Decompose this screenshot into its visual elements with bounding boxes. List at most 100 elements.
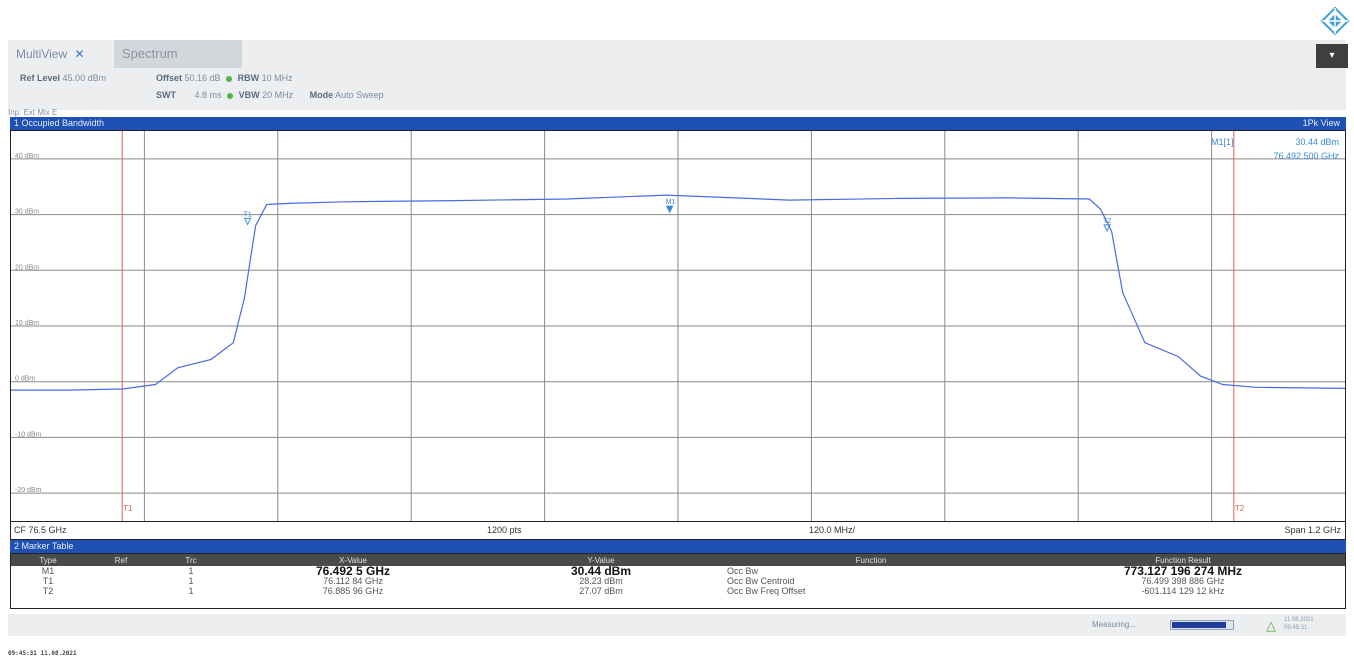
marker-table-header-5: Function <box>721 554 1021 566</box>
y-tick-label: -20 dBm <box>15 487 42 494</box>
marker-table-body: M1 1 76.492 5 GHz 30.44 dBm Occ Bw 773.127 19… <box>11 566 1345 596</box>
table-cell-type: T2 <box>42 586 54 596</box>
table-cell-x: 76.112 84 GHz <box>323 576 383 586</box>
table-cell-y: 27.07 dBm <box>579 586 623 596</box>
marker-table-title: 2 Marker Table <box>14 541 74 551</box>
sweep-points: 1200 pts <box>487 525 522 535</box>
rohde-schwarz-logo-icon <box>1320 6 1350 36</box>
table-cell-trc: 1 <box>188 566 194 576</box>
measuring-progress-bar <box>1170 620 1234 630</box>
y-tick-label: 10 dBm <box>15 320 39 327</box>
tab-bar: MultiView ✕ Spectrum <box>8 40 1346 68</box>
marker-t2[interactable] <box>1103 224 1111 233</box>
marker-table-header-3: X-Value <box>225 554 481 566</box>
trace-view-label: 1Pk View <box>1302 118 1340 128</box>
offset-value: 50.16 dB <box>184 73 221 83</box>
collapse-button[interactable]: ▾ <box>1316 44 1348 68</box>
marker-table-header-1: Ref <box>85 554 157 566</box>
status-line-1: 11.08.2021 <box>1284 617 1314 623</box>
table-cell-function: Occ Bw Freq Offset <box>727 586 806 596</box>
warning-triangle-icon[interactable]: △ <box>1266 618 1276 634</box>
panel-marker-table-title: 2 Marker Table <box>10 540 1346 553</box>
table-cell-y: 28.23 dBm <box>579 576 623 586</box>
y-tick-label: -10 dBm <box>15 431 42 438</box>
y-tick-label: 30 dBm <box>15 209 39 216</box>
mode-value: Auto Sweep <box>335 90 384 100</box>
span: Span 1.2 GHz <box>1284 525 1341 535</box>
timestamp: 09:45:31 11.08.2021 <box>8 650 77 657</box>
marker-table-header-4: Y-Value <box>481 554 721 566</box>
marker-readout-level: 30.44 dBm <box>1295 137 1339 147</box>
marker-table-header: Type Ref Trc X-Value Y-Value Function Function… <box>11 554 1345 566</box>
table-row[interactable]: T1 1 76.112 84 GHz 28.23 dBm Occ Bw Centroid… <box>11 576 1345 586</box>
vbw-label: VBW <box>238 90 260 100</box>
table-cell-y: 30.44 dBm <box>570 566 632 576</box>
marker-readout-freq: 76.492 500 GHz <box>1273 151 1339 161</box>
marker-label: T2 <box>1103 218 1111 225</box>
marker-table-header-2: Trc <box>157 554 225 566</box>
close-x-icon[interactable]: ✕ <box>74 47 84 61</box>
table-cell-ref <box>85 576 157 586</box>
table-row[interactable]: M1 1 76.492 5 GHz 30.44 dBm Occ Bw 773.127 19… <box>11 566 1345 576</box>
mode-label: Mode <box>309 90 334 100</box>
ref-level-label: Ref Level <box>20 73 61 83</box>
table-cell-trc: 1 <box>188 576 194 586</box>
chart-grid <box>11 131 1345 521</box>
input-label: Inp: Ext Mix E <box>8 108 58 117</box>
vbw-coupled-dot <box>227 92 234 99</box>
bandwidth-limit-label: T1 <box>123 504 133 513</box>
swt-label: SWT <box>156 90 176 100</box>
table-cell-result: 773.127 196 274 MHz <box>1123 566 1243 576</box>
ref-level-value: 45.00 dBm <box>62 73 107 83</box>
plot-footer: CF 76.5 GHz 1200 pts 120.0 MHz/ Span 1.2… <box>10 522 1346 540</box>
progress-fill <box>1172 622 1226 628</box>
status-line-2: 09:45:31 <box>1284 625 1308 631</box>
tab-multiview-label: MultiView <box>16 47 68 61</box>
spectrum-chart[interactable]: 40 dBm 30 dBm 20 dBm 10 dBm 0 dBm -10 dBm -20 … <box>11 131 1345 521</box>
table-cell-trc: 1 <box>188 586 194 596</box>
vbw-value: 20 MHz <box>262 90 294 100</box>
table-cell-ref <box>85 566 157 576</box>
table-cell-result: -601.114 129 12 kHz <box>1141 586 1225 596</box>
collapse-icon: ▾ <box>1329 50 1335 61</box>
measuring-label: Measuring... <box>1092 620 1137 629</box>
panel-title: 1 Occupied Bandwidth <box>14 118 105 128</box>
y-tick-label: 20 dBm <box>15 264 39 271</box>
status-bar: Measuring... △ 11.08.2021 09:45:31 <box>8 614 1346 636</box>
spectrum-plot[interactable]: 40 dBm 30 dBm 20 dBm 10 dBm 0 dBm -10 dBm -20 … <box>10 130 1346 522</box>
tab-multiview[interactable]: MultiView ✕ <box>8 40 114 68</box>
rbw-coupled-dot <box>226 75 233 82</box>
marker-t1[interactable] <box>243 217 252 226</box>
bandwidth-limit-label: T2 <box>1235 504 1245 513</box>
panel-occupied-bandwidth-title: 1 Occupied Bandwidth 1Pk View <box>10 117 1346 130</box>
tab-spectrum-label: Spectrum <box>122 46 178 61</box>
marker-table-header-6: Function Result <box>1021 554 1345 566</box>
rbw-label: RBW <box>237 73 260 83</box>
marker-label: T1 <box>244 211 252 218</box>
table-row[interactable]: T2 1 76.885 96 GHz 27.07 dBm Occ Bw Freq Off… <box>11 586 1345 596</box>
table-cell-ref <box>85 586 157 596</box>
tab-spectrum[interactable]: Spectrum <box>114 40 242 68</box>
swt-value: 4.8 ms <box>194 90 222 100</box>
table-cell-type: T1 <box>42 576 54 586</box>
marker-table[interactable]: Type Ref Trc X-Value Y-Value Function Function… <box>10 553 1346 609</box>
y-tick-labels: 40 dBm 30 dBm 20 dBm 10 dBm 0 dBm -10 dBm -20 … <box>15 153 42 494</box>
y-tick-label: 0 dBm <box>15 376 35 383</box>
table-cell-function: Occ Bw Centroid <box>727 576 795 586</box>
table-cell-function: Occ Bw <box>727 566 759 576</box>
table-cell-x: 76.885 96 GHz <box>322 586 384 596</box>
center-frequency: CF 76.5 GHz <box>14 525 67 535</box>
table-cell-type: M1 <box>41 566 55 576</box>
marker-label: M1 <box>666 199 676 206</box>
offset-label: Offset <box>156 73 183 83</box>
table-cell-x: 76.492 5 GHz <box>315 566 391 576</box>
y-tick-label: 40 dBm <box>15 153 39 160</box>
status-info: 11.08.2021 09:45:31 <box>1284 616 1314 632</box>
settings-bar[interactable]: Ref Level 45.00 dBm Offset 50.16 dB RBW … <box>8 68 1346 110</box>
table-cell-result: 76.499 398 886 GHz <box>1141 576 1225 586</box>
marker-readout-label: M1[1] <box>1211 137 1234 147</box>
marker-table-header-0: Type <box>11 554 85 566</box>
per-division: 120.0 MHz/ <box>809 525 856 535</box>
marker-m1[interactable] <box>665 205 674 214</box>
rbw-value: 10 MHz <box>261 73 293 83</box>
